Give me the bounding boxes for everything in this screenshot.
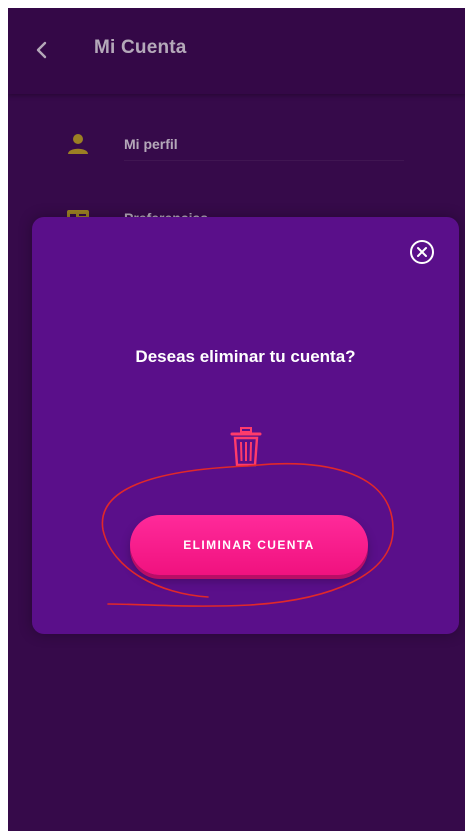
delete-account-button[interactable]: ELIMINAR CUENTA [130, 515, 368, 575]
close-button[interactable] [407, 237, 437, 267]
trash-icon [230, 427, 262, 467]
app-screen: Mi Cuenta Mi perfil Preferencias Deseas … [8, 8, 465, 831]
close-circle-icon [410, 240, 434, 264]
delete-account-dialog: Deseas eliminar tu cuenta? ELIMINAR CUEN… [32, 217, 459, 634]
dialog-question: Deseas eliminar tu cuenta? [135, 347, 356, 366]
